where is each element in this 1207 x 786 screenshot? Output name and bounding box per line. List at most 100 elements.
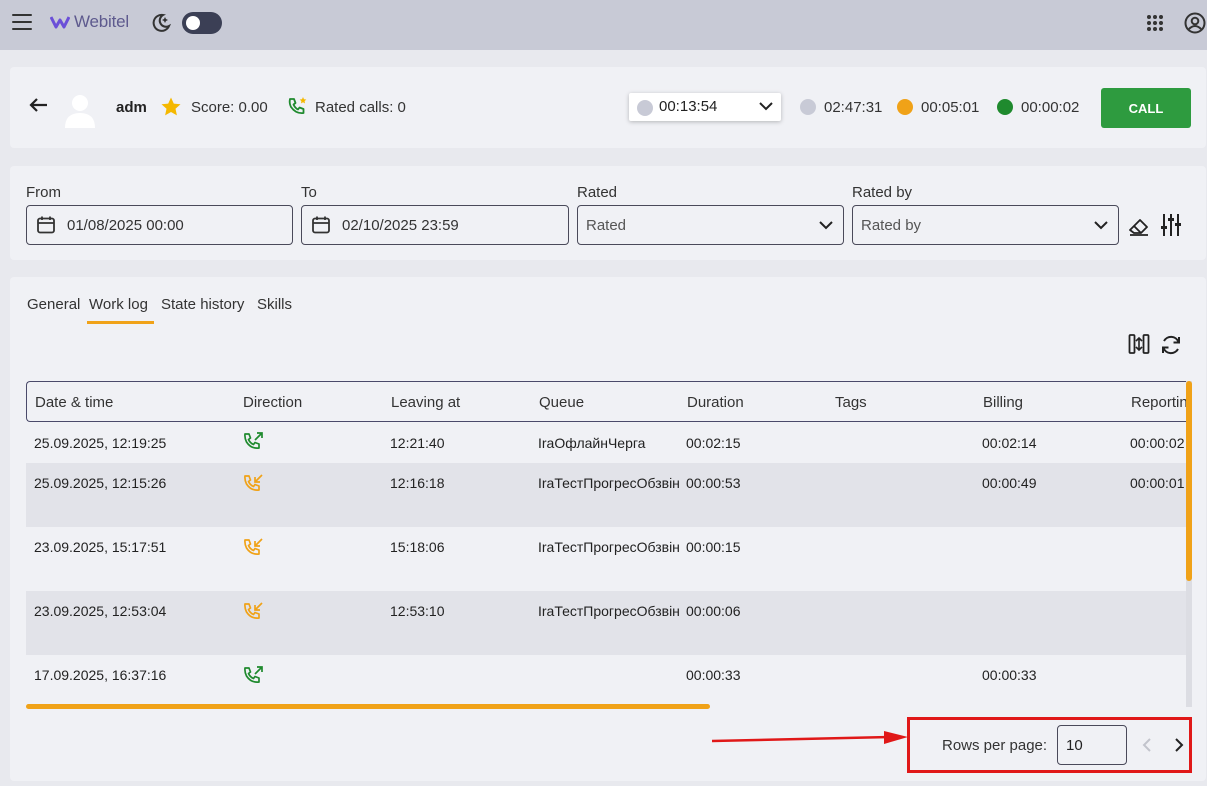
cell-queue: IraТестПрогресОбзвін [538,603,680,619]
webitel-logo-mark [50,16,70,29]
table-row[interactable]: 23.09.2025, 12:53:04 12:53:10 IraТестПро… [26,591,1190,655]
rated-label: Rated [577,184,618,201]
chevron-left-icon[interactable] [1141,737,1153,753]
outbound-call-icon [244,666,263,683]
rated-by-select[interactable]: Rated by [852,205,1119,245]
avatar [65,95,95,128]
vertical-scrollbar[interactable] [1186,381,1192,581]
top-bar: Webitel [0,0,1207,50]
cell-duration: 00:00:53 [686,475,741,491]
cell-leaving: 12:16:18 [390,475,445,491]
cell-duration: 00:00:06 [686,603,741,619]
table-header: Date & time Direction Leaving at Queue D… [26,381,1190,422]
cell-date: 25.09.2025, 12:15:26 [34,475,167,491]
inbound-call-icon [244,602,263,619]
chevron-right-icon[interactable] [1173,737,1185,753]
column-header[interactable]: Direction [243,394,302,411]
cell-billing: 00:00:49 [982,475,1037,491]
cell-date: 23.09.2025, 12:53:04 [34,603,167,619]
cell-billing: 00:00:33 [982,667,1037,683]
from-date-field[interactable]: 01/08/2025 00:00 [26,205,293,245]
column-header[interactable]: Date & time [35,394,113,411]
status-timer: 00:13:54 [659,98,718,115]
cell-queue: IraТестПрогресОбзвін [538,539,680,555]
active-tab-indicator [87,321,154,324]
cell-queue: IraТестПрогресОбзвін [538,475,680,491]
work-log-table: Date & time Direction Leaving at Queue D… [26,381,1190,711]
from-date-value: 01/08/2025 00:00 [67,217,184,234]
agent-name: adm [116,99,147,116]
cell-leaving: 15:18:06 [390,539,445,555]
timer-dot-idle [800,99,816,115]
cell-leaving: 12:21:40 [390,435,445,451]
chevron-down-icon [1094,221,1108,230]
apps-grid-icon[interactable] [1147,15,1163,31]
cell-reporting: 00:00:01 [1130,475,1185,491]
rated-calls-icon [288,97,307,115]
rated-placeholder: Rated [586,217,627,234]
column-header[interactable]: Reporting [1131,394,1190,411]
status-dot [637,100,653,116]
timer-dot-pause [897,99,913,115]
refresh-icon[interactable] [1159,333,1183,357]
webitel-logo[interactable]: Webitel [50,12,129,32]
timer-pause: 00:05:01 [921,99,980,116]
column-header[interactable]: Tags [835,394,867,411]
cell-leaving: 12:53:10 [390,603,445,619]
rated-by-label: Rated by [852,184,913,201]
column-header[interactable]: Duration [687,394,744,411]
status-select[interactable]: 00:13:54 [629,93,781,121]
account-icon[interactable] [1184,12,1206,34]
cell-date: 25.09.2025, 12:19:25 [34,435,167,451]
eraser-icon[interactable] [1127,214,1151,238]
cell-reporting: 00:00:02 [1130,435,1185,451]
cell-date: 17.09.2025, 16:37:16 [34,667,167,683]
table-row[interactable]: 25.09.2025, 12:19:25 12:21:40 IraОфлайнЧ… [26,423,1190,463]
menu-icon[interactable] [12,14,32,32]
annotation-arrow [712,731,908,744]
rated-calls-text: Rated calls: 0 [315,99,406,116]
logo-text: Webitel [74,12,129,31]
timer-online: 00:00:02 [1021,99,1080,116]
filter-settings-icon[interactable] [1159,212,1183,238]
cell-duration: 00:00:15 [686,539,741,555]
rows-per-page-input[interactable]: 10 [1057,725,1127,765]
rated-by-placeholder: Rated by [861,217,922,234]
column-header[interactable]: Queue [539,394,584,411]
table-panel: General Work log State history Skills Da… [10,277,1206,781]
outbound-call-icon [244,432,263,449]
inbound-call-icon [244,538,263,555]
agent-panel: adm Score: 0.00 Rated calls: 0 00:13:54 … [10,67,1206,148]
rows-per-page-value: 10 [1066,737,1083,754]
timer-idle: 02:47:31 [824,99,883,116]
calendar-icon [37,216,55,234]
to-date-value: 02/10/2025 23:59 [342,217,459,234]
tab-state-history[interactable]: State history [161,296,244,313]
filter-panel: From 01/08/2025 00:00 To 02/10/2025 23:5… [10,166,1206,260]
tab-work-log[interactable]: Work log [89,296,148,313]
to-label: To [301,184,317,201]
tab-general[interactable]: General [27,296,80,313]
from-label: From [26,184,61,201]
to-date-field[interactable]: 02/10/2025 23:59 [301,205,569,245]
cell-duration: 00:02:15 [686,435,741,451]
rated-select[interactable]: Rated [577,205,844,245]
table-row[interactable]: 23.09.2025, 15:17:51 15:18:06 IraТестПро… [26,527,1190,591]
column-settings-icon[interactable] [1128,333,1150,355]
column-header[interactable]: Billing [983,394,1023,411]
table-row[interactable]: 17.09.2025, 16:37:16 00:00:33 00:00:33 [26,655,1190,697]
rows-per-page-label: Rows per page: [942,737,1048,754]
chevron-down-icon [759,102,773,111]
inbound-call-icon [244,474,263,491]
theme-toggle[interactable] [182,12,222,34]
column-header[interactable]: Leaving at [391,394,460,411]
horizontal-scrollbar[interactable] [26,704,710,709]
star-icon [161,97,181,116]
cell-billing: 00:02:14 [982,435,1037,451]
chevron-down-icon [819,221,833,230]
table-row[interactable]: 25.09.2025, 12:15:26 12:16:18 IraТестПро… [26,463,1190,527]
calendar-icon [312,216,330,234]
tab-skills[interactable]: Skills [257,296,292,313]
back-arrow-icon[interactable] [28,97,48,113]
call-button[interactable]: CALL [1101,88,1191,128]
